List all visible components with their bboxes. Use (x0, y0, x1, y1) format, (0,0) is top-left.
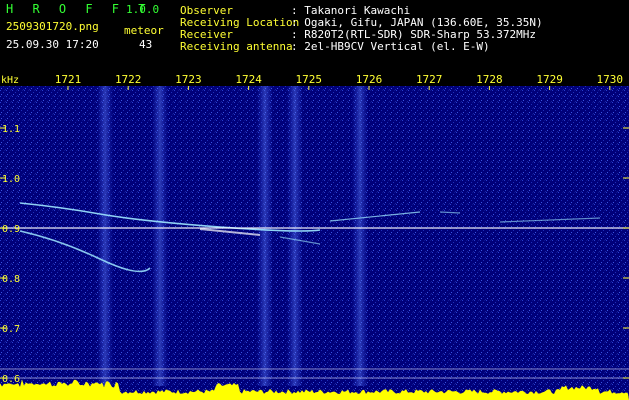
antenna-label: Receiving antenna (180, 40, 293, 53)
noise-band-1 (97, 86, 113, 386)
x-tick-label-1722: 1722 (115, 73, 142, 86)
y-axis-unit: kHz (1, 75, 19, 86)
x-tick-label-1728: 1728 (476, 73, 503, 86)
y-tick-label-0.6: 0.6 (2, 374, 20, 385)
x-tick-label-1726: 1726 (356, 73, 383, 86)
y-tick-label-0.8: 0.8 (2, 274, 20, 285)
x-tick-label-1723: 1723 (175, 73, 202, 86)
y-tick-label-1.0: 1.0 (2, 174, 20, 185)
app-version: 1.0.0 (126, 3, 160, 16)
y-tick-label-0.7: 0.7 (2, 324, 20, 335)
spectrogram-svg: 1721 1722 1723 1724 1725 1726 1727 1728 1729 1730… (0, 72, 629, 400)
filename: 2509301720.png (6, 20, 99, 33)
y-tick-label-0.9: 0.9 (2, 224, 20, 235)
x-tick-label-1730: 1730 (597, 73, 624, 86)
spectrogram-plot: 1721 1722 1723 1724 1725 1726 1727 1728 1729 1730… (0, 72, 629, 400)
x-tick-label-1729: 1729 (536, 73, 563, 86)
y-tick-label-1.1: 1.1 (2, 124, 20, 135)
meteor-label: meteor (124, 24, 164, 37)
noise-band-5 (352, 86, 368, 386)
noise-band-2 (152, 86, 168, 386)
header-panel: H R O F F T 1.0.0 2509301720.png meteor … (0, 0, 629, 72)
noise-band-4 (287, 86, 303, 386)
x-tick-label-1721: 1721 (55, 73, 82, 86)
noise-band-3 (257, 86, 273, 386)
datetime: 25.09.30 17:20 (6, 38, 99, 51)
x-tick-label-1724: 1724 (235, 73, 262, 86)
x-tick-label-1725: 1725 (296, 73, 323, 86)
meteor-count: 43 (139, 38, 153, 51)
x-tick-label-1727: 1727 (416, 73, 443, 86)
antenna-value: : 2el-HB9CV Vertical (el. E-W) (291, 40, 490, 53)
